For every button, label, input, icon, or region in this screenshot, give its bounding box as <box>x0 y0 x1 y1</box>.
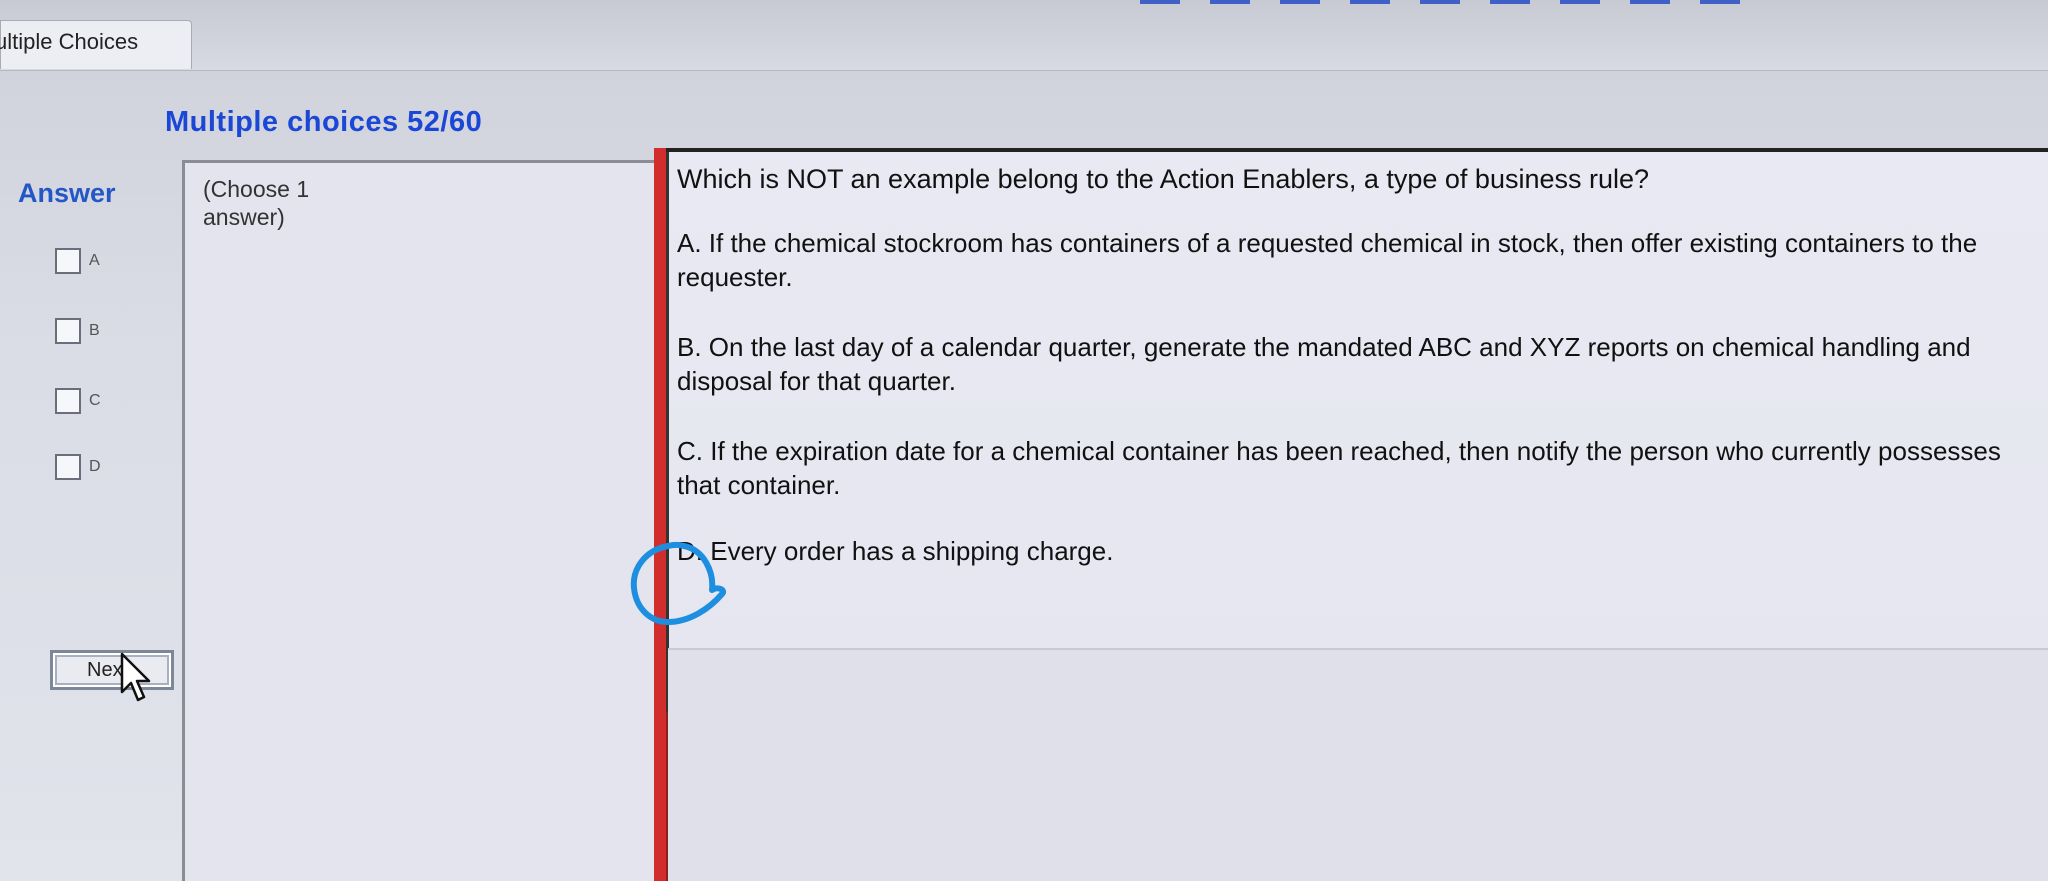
choice-d-text: D. Every order has a shipping charge. <box>677 536 1114 566</box>
checkbox-d[interactable] <box>55 454 81 480</box>
window-tab[interactable]: ultiple Choices <box>0 20 192 69</box>
answer-letter-a: A <box>89 252 100 269</box>
answer-option-a[interactable]: A <box>55 246 100 276</box>
choice-a-text: A. If the chemical stockroom has contain… <box>677 228 1978 292</box>
quiz-screen: ultiple Choices Multiple choices 52/60 A… <box>0 0 2048 881</box>
answer-letter-c: C <box>89 392 101 409</box>
checkbox-b[interactable] <box>55 318 81 344</box>
empty-content-area <box>668 648 2048 881</box>
mouse-pointer-icon <box>120 652 151 702</box>
answer-option-b[interactable]: B <box>55 316 100 346</box>
answer-option-d[interactable]: D <box>55 452 101 482</box>
checkbox-c[interactable] <box>55 388 81 414</box>
question-text: Which is NOT an example belong to the Ac… <box>677 164 1650 194</box>
choice-b-text: B. On the last day of a calendar quarter… <box>677 332 1971 396</box>
window-tab-label: ultiple Choices <box>0 29 139 54</box>
tab-strip: ultiple Choices <box>0 0 2048 71</box>
question-content: Which is NOT an example belong to the Ac… <box>666 152 2048 712</box>
answer-option-c[interactable]: C <box>55 386 101 416</box>
checkbox-a[interactable] <box>55 248 81 274</box>
answer-letter-b: B <box>89 322 100 339</box>
choice-c-text: C. If the expiration date for a chemical… <box>677 436 2001 500</box>
decorative-line <box>1140 0 1740 4</box>
instruction-text: (Choose 1 answer) <box>203 176 310 230</box>
question-panel: Which is NOT an example belong to the Ac… <box>654 148 2048 881</box>
answer-heading: Answer <box>18 178 116 208</box>
pen-circle-annotation-icon <box>630 541 726 625</box>
answer-letter-d: D <box>89 458 101 475</box>
instruction-panel: (Choose 1 answer) <box>182 160 657 881</box>
section-heading: Multiple choices 52/60 <box>165 106 483 138</box>
